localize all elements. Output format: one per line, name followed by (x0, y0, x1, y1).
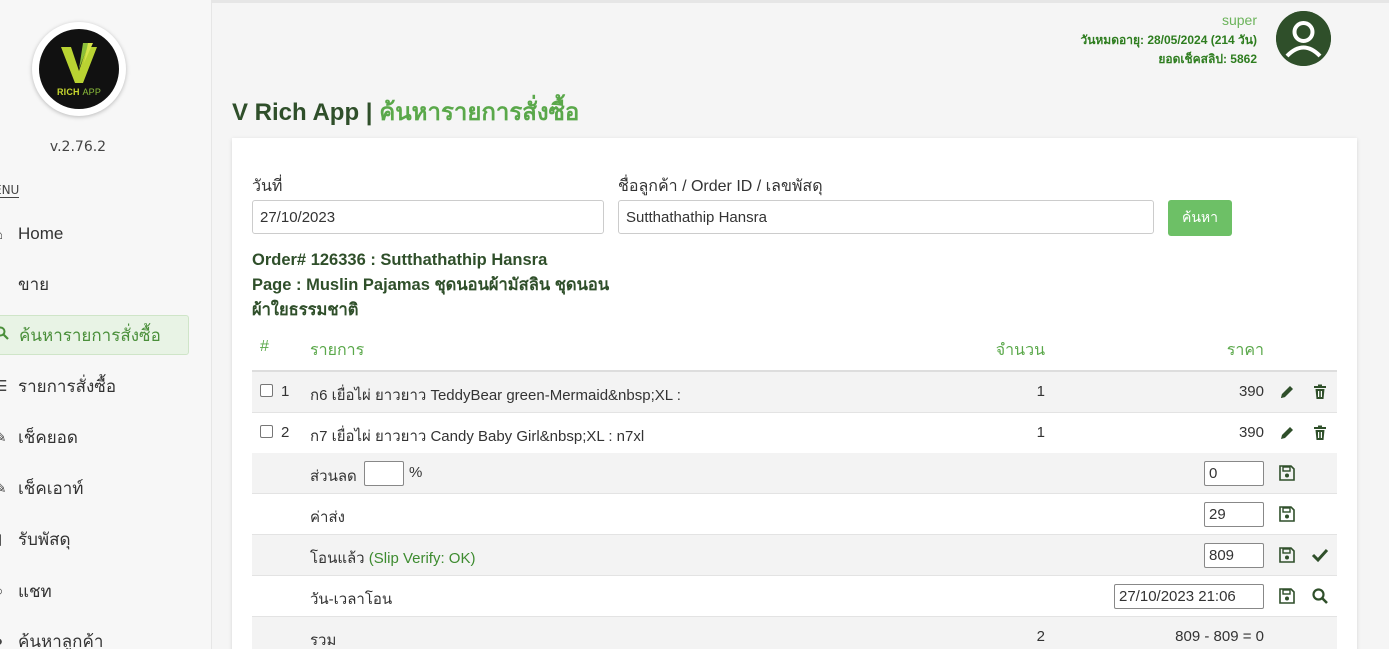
row-qty: 1 (1036, 383, 1045, 400)
avatar[interactable] (1276, 11, 1331, 66)
trash-icon[interactable] (1311, 383, 1329, 401)
nav-item-sell[interactable]: ▪ ขาย (0, 264, 189, 304)
app-version: v.2.76.2 (49, 139, 107, 155)
nav-item-home[interactable]: ⌂ Home (0, 214, 189, 254)
shipping-row: ค่าส่ง (252, 494, 1337, 535)
paid-label-group: โอนแล้ว (Slip Verify: OK) (310, 550, 476, 567)
page-title: V Rich App | ค้นหารายการสั่งซื้อ (232, 99, 580, 126)
search-icon (0, 326, 19, 344)
slip-balance: ยอดเช็คสลิป: 5862 (1158, 52, 1257, 66)
row-qty: 1 (1036, 424, 1045, 441)
menu-label: ENU (0, 183, 20, 198)
expire-date: วันหมดอายุ: 28/05/2024 (214 วัน) (1080, 33, 1257, 47)
shipping-label: ค่าส่ง (310, 509, 345, 526)
paid-amount-input[interactable] (1204, 543, 1264, 568)
nav-label: ค้นหาลูกค้า (18, 631, 104, 649)
nav-label: รับพัสดุ (18, 529, 71, 549)
table-header: # รายการ จำนวน ราคา (252, 333, 1337, 372)
transfer-time-input[interactable] (1114, 584, 1264, 609)
order-heading: Order# 126336 : Sutthathathip Hansra Pag… (252, 248, 612, 323)
order-search-card: วันที่ ชื่อลูกค้า / Order ID / เลขพัสดุ … (232, 138, 1357, 649)
row-num: 2 (281, 424, 290, 441)
nav-item-order-search[interactable]: ค้นหารายการสั่งซื้อ (0, 315, 189, 355)
total-label: รวม (310, 632, 337, 649)
v-logo-icon (61, 43, 97, 83)
col-item: รายการ (310, 342, 365, 359)
discount-row: ส่วนลด % (252, 453, 1337, 494)
nav-label: ค้นหารายการสั่งซื้อ (19, 325, 161, 345)
logo-text: RICH APP (56, 87, 102, 97)
nav-label: เช็คยอด (18, 427, 78, 447)
percent-sign: % (409, 464, 423, 481)
nav-item-orders[interactable]: ☰ รายการสั่งซื้อ (0, 366, 189, 406)
trash-icon[interactable] (1311, 424, 1329, 442)
discount-percent-input[interactable] (364, 461, 404, 486)
save-icon[interactable] (1278, 464, 1296, 482)
list-icon: ☰ (0, 378, 8, 395)
user-avatar-icon (1276, 11, 1331, 66)
col-price: ราคา (1226, 342, 1264, 359)
nav-item-check-balance[interactable]: ✎ เช็คยอด (0, 417, 189, 457)
nav-item-receive-parcel[interactable]: ▮ รับพัสดุ (0, 519, 189, 559)
save-icon[interactable] (1278, 505, 1296, 523)
sidebar: RICH APP v.2.76.2 ENU ⌂ Home ▪ ขาย ค้นหา… (0, 0, 212, 649)
transfer-time-row: วัน-เวลาโอน (252, 576, 1337, 617)
user-icon: ● (0, 633, 18, 649)
pencil-icon: ✎ (0, 429, 7, 446)
slip-verify-status: (Slip Verify: OK) (368, 550, 476, 567)
order-page-line-1: Page : Muslin Pajamas ชุดนอนผ้ามัสลิน ชุ… (252, 276, 610, 294)
save-icon[interactable] (1278, 587, 1296, 605)
shipping-input[interactable] (1204, 502, 1264, 527)
date-label: วันที่ (252, 178, 283, 195)
app-logo[interactable]: RICH APP (32, 22, 126, 116)
order-number: Order# 126336 : Sutthathathip Hansra (252, 251, 548, 269)
edit-icon: ✎ (0, 480, 7, 497)
box-icon: ▮ (0, 530, 18, 548)
row-item-name: ก6 เยื่อไผ่ ยาวยาว TeddyBear green-Merma… (310, 387, 681, 404)
edit-pencil-icon[interactable] (1278, 424, 1296, 442)
nav-label: รายการสั่งซื้อ (18, 376, 117, 396)
col-num: # (260, 338, 269, 355)
nav-item-chat[interactable]: ○ แชท (0, 571, 189, 611)
checkmark-icon[interactable] (1311, 546, 1329, 564)
col-qty: จำนวน (995, 342, 1045, 359)
row-num: 1 (281, 383, 290, 400)
discount-label: ส่วนลด (310, 468, 357, 485)
home-icon: ⌂ (0, 226, 18, 243)
table-row: 2 ก7 เยื่อไผ่ ยาวยาว Candy Baby Girl&nbs… (252, 413, 1337, 454)
nav-label: แชท (18, 581, 52, 601)
nav-label: Home (18, 224, 64, 243)
row-checkbox[interactable] (260, 384, 273, 397)
paid-row: โอนแล้ว (Slip Verify: OK) (252, 535, 1337, 576)
row-checkbox[interactable] (260, 425, 273, 438)
row-price: 390 (1238, 424, 1264, 441)
order-page-line-2: ผ้าใยธรรมชาติ (252, 301, 359, 319)
save-icon[interactable] (1278, 546, 1296, 564)
nav-item-checkout[interactable]: ✎ เช็คเอาท์ (0, 468, 189, 508)
discount-amount-input[interactable] (1204, 461, 1264, 486)
query-input[interactable] (618, 200, 1154, 234)
search-icon[interactable] (1311, 587, 1329, 605)
user-name: super (1221, 12, 1257, 28)
table-row: 1 ก6 เยื่อไผ่ ยาวยาว TeddyBear green-Mer… (252, 372, 1337, 413)
total-calc: 809 - 809 = 0 (1175, 628, 1264, 645)
row-price: 390 (1238, 383, 1264, 400)
nav-label: ขาย (18, 274, 50, 294)
date-input[interactable] (252, 200, 604, 234)
transfer-time-label: วัน-เวลาโอน (310, 591, 393, 608)
nav-item-customer-search[interactable]: ● ค้นหาลูกค้า (0, 621, 189, 649)
search-button[interactable]: ค้นหา (1168, 200, 1232, 236)
query-label: ชื่อลูกค้า / Order ID / เลขพัสดุ (618, 178, 823, 195)
cart-icon: ▪ (0, 276, 18, 293)
chat-icon: ○ (0, 583, 18, 600)
total-row: รวม 2 809 - 809 = 0 (252, 617, 1337, 649)
total-qty: 2 (1036, 628, 1045, 645)
row-item-name: ก7 เยื่อไผ่ ยาวยาว Candy Baby Girl&nbsp;… (310, 428, 645, 445)
nav-label: เช็คเอาท์ (18, 478, 84, 498)
edit-pencil-icon[interactable] (1278, 383, 1296, 401)
